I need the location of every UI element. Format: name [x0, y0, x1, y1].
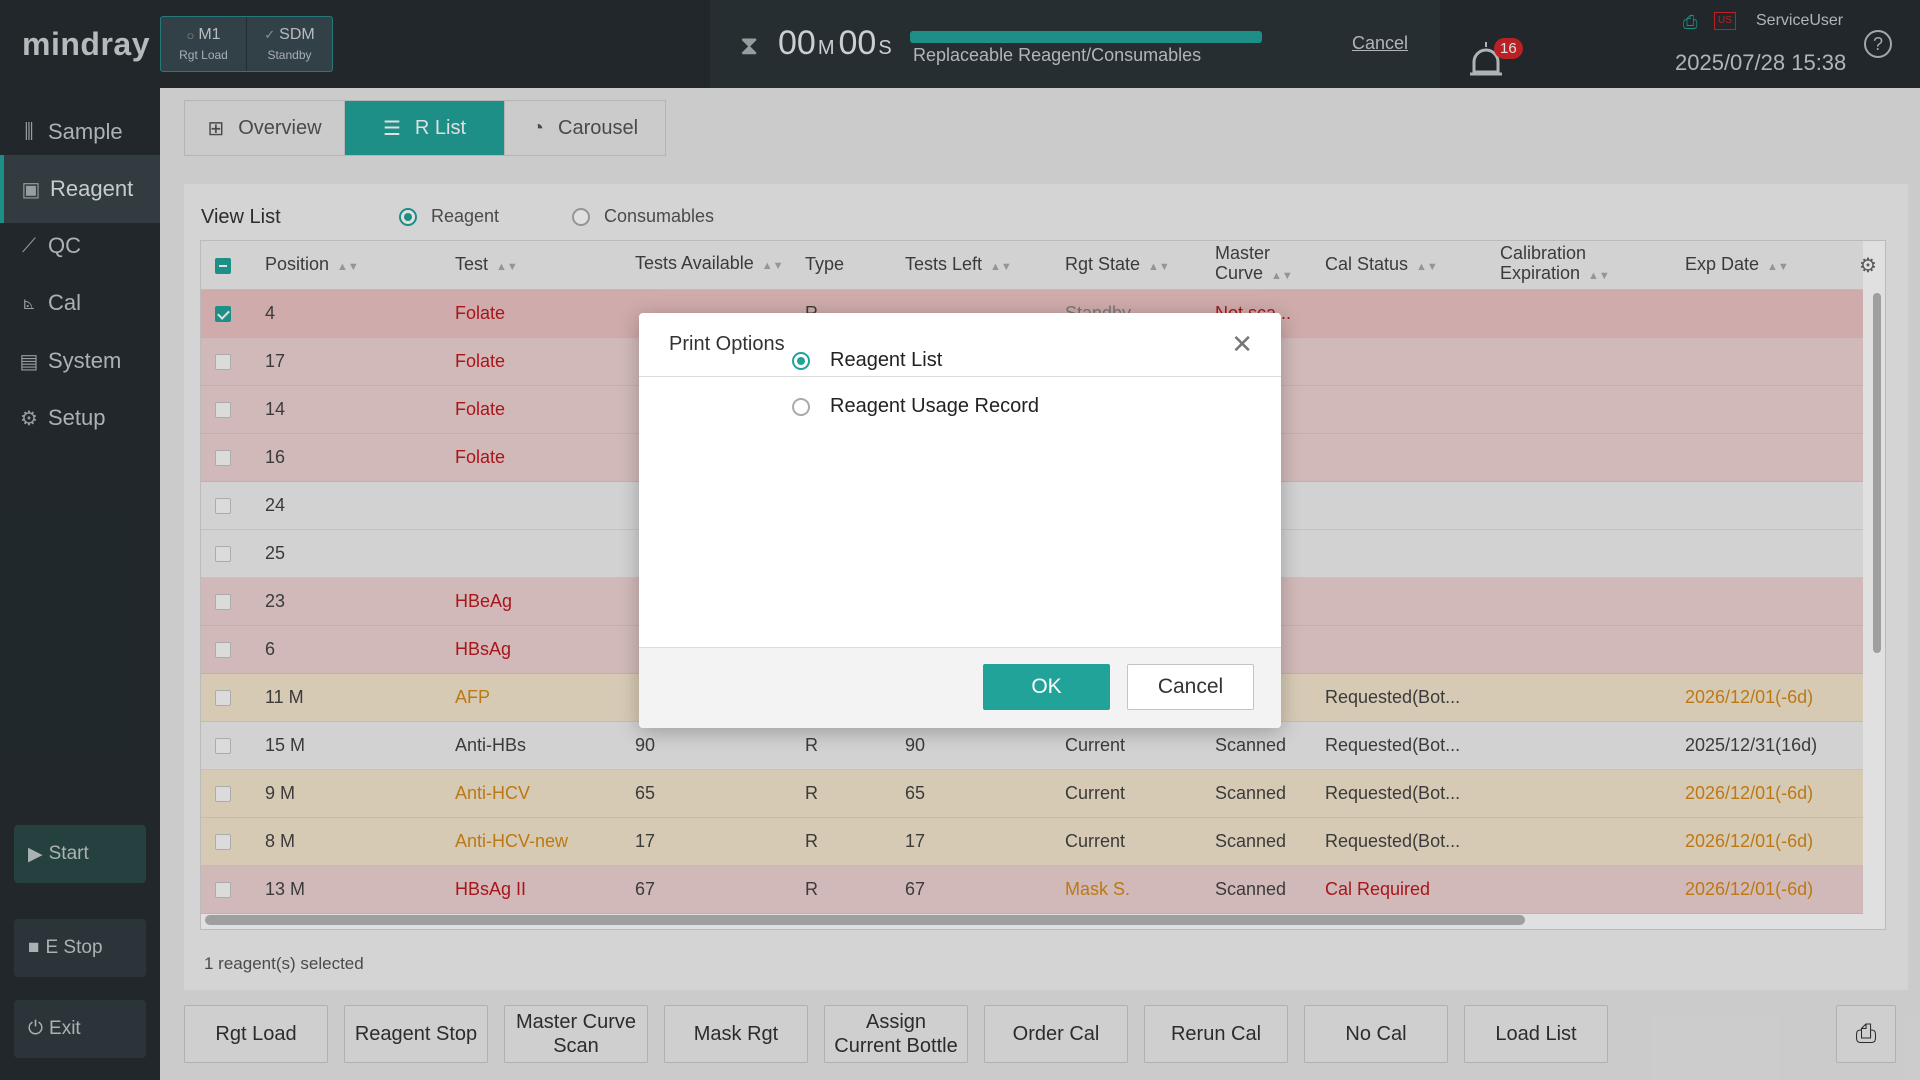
- close-icon[interactable]: ✕: [1231, 329, 1253, 360]
- radio-reagent-usage-record[interactable]: Reagent Usage Record: [792, 395, 1039, 418]
- divider: [639, 376, 1281, 377]
- cancel-button[interactable]: Cancel: [1127, 664, 1254, 710]
- ok-button[interactable]: OK: [983, 664, 1110, 710]
- radio-selected-icon: [792, 351, 810, 370]
- radio-label: Reagent Usage Record: [830, 395, 1040, 417]
- print-options-dialog: Print Options ✕ Reagent List Reagent Usa…: [639, 313, 1281, 728]
- radio-empty-icon: [792, 397, 810, 416]
- dialog-title: Print Options: [669, 333, 785, 355]
- radio-reagent-list[interactable]: Reagent List: [792, 349, 942, 372]
- radio-label: Reagent List: [830, 349, 943, 371]
- dialog-footer: OK Cancel: [639, 647, 1281, 728]
